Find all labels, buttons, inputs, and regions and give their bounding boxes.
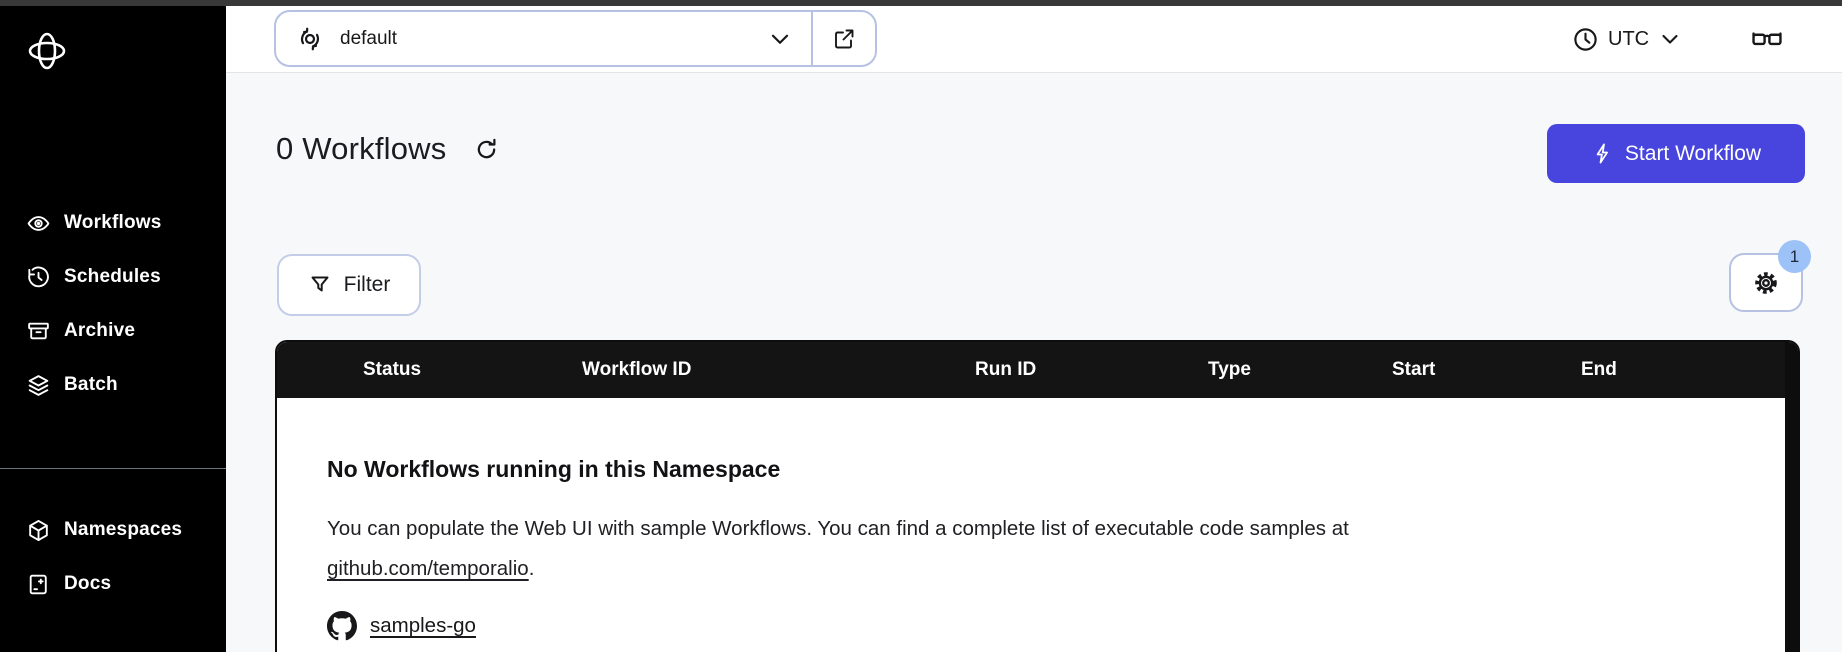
schedules-clock-icon xyxy=(26,265,51,290)
sidebar-item-label: Workflows xyxy=(64,212,162,233)
sample-list-item: samples-go xyxy=(327,611,1718,641)
sidebar: Workflows Schedules Archive Batch Namesp… xyxy=(0,0,226,652)
sidebar-item-workflows[interactable]: Workflows xyxy=(0,196,226,250)
timezone-label: UTC xyxy=(1608,27,1650,50)
namespace-selector-group: default xyxy=(274,10,877,67)
table-header: Status Workflow ID Run ID Type Start End xyxy=(277,342,1798,398)
main-content: 0 Workflows Start Workflow Filter 1 Stat… xyxy=(226,73,1842,652)
window-top-edge xyxy=(0,0,1842,6)
settings-count-badge: 1 xyxy=(1778,240,1811,273)
sidebar-item-label: Namespaces xyxy=(64,519,183,540)
namespace-open-new-tab-button[interactable] xyxy=(813,12,875,65)
docs-book-icon xyxy=(26,572,51,597)
sidebar-item-namespaces[interactable]: Namespaces xyxy=(0,503,226,557)
column-header-end: End xyxy=(1581,359,1617,380)
namespaces-cube-icon xyxy=(26,518,51,543)
workflows-heading-row: 0 Workflows xyxy=(276,131,500,167)
github-temporalio-link[interactable]: github.com/temporalio xyxy=(327,557,529,580)
empty-state-body-suffix: . xyxy=(528,557,535,580)
sidebar-item-batch[interactable]: Batch xyxy=(0,358,226,412)
external-link-icon xyxy=(832,27,856,51)
gear-icon xyxy=(1752,269,1780,297)
empty-state-body: You can populate the Web UI with sample … xyxy=(327,517,1349,540)
sidebar-nav-bottom: Namespaces Docs xyxy=(0,503,226,611)
refresh-button[interactable] xyxy=(472,135,500,163)
sidebar-item-label: Archive xyxy=(64,320,136,341)
filter-funnel-icon xyxy=(308,273,332,297)
namespace-selector[interactable]: default xyxy=(276,12,811,65)
start-workflow-button[interactable]: Start Workflow xyxy=(1547,124,1805,183)
sidebar-item-label: Schedules xyxy=(64,266,161,287)
temporal-logo-icon xyxy=(28,32,66,70)
workflow-settings-button[interactable]: 1 xyxy=(1729,240,1811,312)
empty-state-text: You can populate the Web UI with sample … xyxy=(327,509,1718,589)
sidebar-divider xyxy=(0,468,226,469)
page-title: 0 Workflows xyxy=(276,131,447,166)
temporal-web-ui: Workflows Schedules Archive Batch Namesp… xyxy=(0,0,1842,652)
column-header-status: Status xyxy=(363,359,422,380)
refresh-icon xyxy=(477,138,496,158)
chevron-down-icon xyxy=(1658,27,1682,51)
sidebar-item-archive[interactable]: Archive xyxy=(0,304,226,358)
empty-state: No Workflows running in this Namespace Y… xyxy=(277,398,1798,641)
sidebar-item-docs[interactable]: Docs xyxy=(0,557,226,611)
start-workflow-label: Start Workflow xyxy=(1624,141,1762,165)
filter-label: Filter xyxy=(343,273,391,296)
labs-toggle-button[interactable] xyxy=(1744,6,1790,72)
column-header-workflow-id: Workflow ID xyxy=(582,359,692,380)
workflows-eye-icon xyxy=(26,211,51,236)
namespace-value: default xyxy=(340,27,398,49)
sidebar-nav-top: Workflows Schedules Archive Batch xyxy=(0,196,226,412)
github-octocat-icon xyxy=(327,611,357,641)
table-scrollbar[interactable] xyxy=(1785,342,1798,652)
archive-box-icon xyxy=(26,319,51,344)
samples-go-link[interactable]: samples-go xyxy=(370,614,476,638)
column-header-run-id: Run ID xyxy=(975,359,1037,380)
chevron-down-icon xyxy=(767,26,793,52)
sidebar-item-schedules[interactable]: Schedules xyxy=(0,250,226,304)
glasses-icon xyxy=(1750,22,1784,56)
top-header-bar: default UTC xyxy=(226,6,1842,73)
namespace-switcher-icon xyxy=(296,25,324,53)
empty-state-title: No Workflows running in this Namespace xyxy=(327,456,781,482)
temporal-logo[interactable] xyxy=(24,28,70,74)
sidebar-item-label: Batch xyxy=(64,374,118,395)
lightning-bolt-icon xyxy=(1591,142,1614,165)
filter-button[interactable]: Filter xyxy=(277,254,421,316)
batch-layers-icon xyxy=(26,373,51,398)
timezone-button[interactable]: UTC xyxy=(1566,6,1688,72)
column-header-type: Type xyxy=(1208,359,1251,380)
sidebar-item-label: Docs xyxy=(64,573,112,594)
workflows-table: Status Workflow ID Run ID Type Start End… xyxy=(275,340,1800,652)
clock-icon xyxy=(1572,26,1599,53)
column-header-start: Start xyxy=(1392,359,1436,380)
